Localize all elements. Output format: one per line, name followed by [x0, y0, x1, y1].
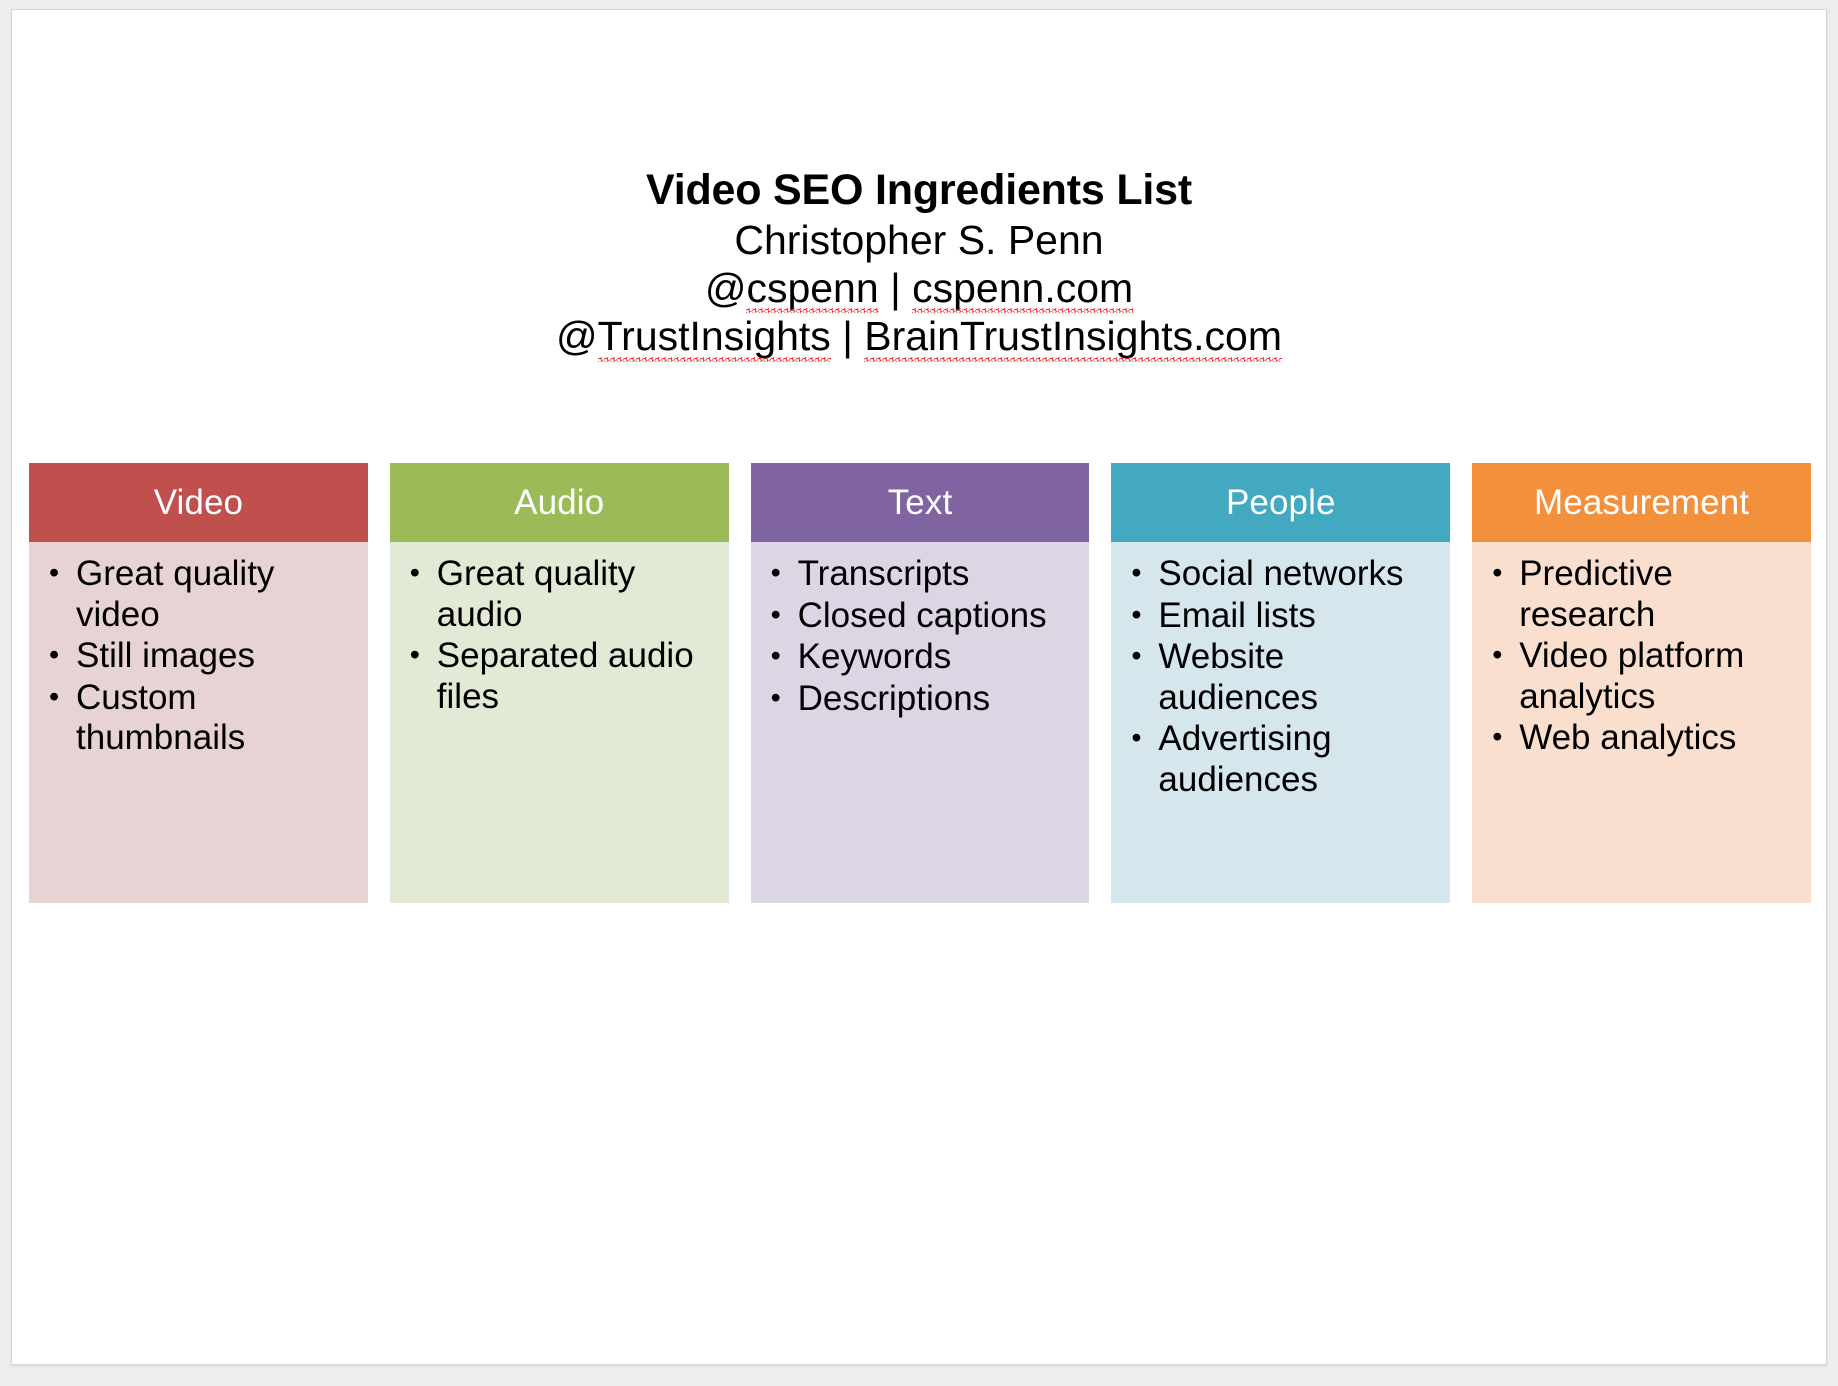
contact-line-1: @cspenn | cspenn.com	[12, 264, 1826, 314]
column-body: Great quality videoStill imagesCustom th…	[29, 542, 368, 903]
column-header: Text	[750, 463, 1090, 542]
list-item: Email lists	[1117, 596, 1444, 637]
list-item: Social networks	[1117, 554, 1444, 595]
list-item: Great quality audio	[396, 554, 723, 635]
ingredient-column: Video Great quality videoStill imagesCust…	[29, 463, 368, 903]
list-item: Keywords	[757, 637, 1084, 678]
list-item: Still images	[35, 636, 362, 677]
list-item: Video platform analytics	[1478, 636, 1805, 717]
column-body: Social networksEmail listsWebsite audien…	[1111, 542, 1451, 903]
list-item: Separated audio files	[396, 636, 723, 717]
list-item: Website audiences	[1117, 637, 1444, 718]
author-name: Christopher S. Penn	[734, 216, 1104, 263]
column-body: Great quality audioSeparated audio files	[389, 542, 729, 903]
column-body: TranscriptsClosed captionsKeywordsDescri…	[750, 542, 1090, 903]
list-item: Closed captions	[757, 596, 1084, 637]
bullet-list: Social networksEmail listsWebsite audien…	[1117, 554, 1444, 801]
bullet-list: Predictive researchVideo platform analyt…	[1478, 554, 1805, 759]
list-item: Great quality video	[35, 554, 362, 635]
column-header-label: People	[1225, 482, 1336, 522]
bullet-list: Great quality audioSeparated audio files	[396, 554, 723, 717]
title-block: Video SEO Ingredients List Christopher S…	[12, 165, 1826, 363]
list-item: Descriptions	[757, 679, 1084, 720]
column-header-label: Text	[887, 482, 953, 522]
column-header: Video	[29, 463, 368, 542]
slide-canvas: Video SEO Ingredients List Christopher S…	[11, 9, 1827, 1365]
list-item: Predictive research	[1478, 554, 1805, 635]
slide-background: Video SEO Ingredients List Christopher S…	[0, 0, 1838, 1386]
column-header: People	[1111, 463, 1451, 542]
twitter-handle-cspenn: @cspenn	[704, 265, 879, 314]
list-item: Custom thumbnails	[35, 678, 362, 759]
twitter-handle-cspenn-text: cspenn	[746, 265, 879, 314]
list-item: Web analytics	[1478, 718, 1805, 759]
column-header-label: Measurement	[1534, 482, 1750, 522]
column-header-label: Video	[153, 482, 244, 522]
ingredient-column: People Social networksEmail listsWebsite …	[1111, 463, 1451, 903]
list-item: Advertising audiences	[1117, 719, 1444, 800]
contact-separator-2: |	[830, 313, 865, 360]
website-braintrustinsights[interactable]: BrainTrustInsights.com	[864, 312, 1282, 363]
twitter-handle-trustinsights: @TrustInsights	[556, 313, 831, 363]
ingredient-column: Text TranscriptsClosed captionsKeywordsDe…	[750, 463, 1090, 903]
column-body: Predictive researchVideo platform analyt…	[1472, 542, 1811, 903]
contact-line-2: @TrustInsights | BrainTrustInsights.com	[12, 312, 1826, 363]
column-header-label: Audio	[514, 482, 605, 522]
bullet-list: Great quality videoStill imagesCustom th…	[35, 554, 362, 759]
ingredient-column: Measurement Predictive researchVideo plat…	[1472, 463, 1811, 903]
column-header: Audio	[389, 463, 729, 542]
column-header: Measurement	[1472, 463, 1811, 542]
list-item: Transcripts	[757, 554, 1084, 595]
page-title: Video SEO Ingredients List	[646, 166, 1192, 214]
contact-separator-1: |	[878, 265, 913, 312]
ingredient-column: Audio Great quality audioSeparated audio …	[389, 463, 729, 903]
twitter-handle-trustinsights-text: TrustInsights	[597, 313, 831, 363]
website-cspenn[interactable]: cspenn.com	[912, 264, 1134, 314]
ingredients-columns: Video Great quality videoStill imagesCust…	[29, 463, 1811, 903]
bullet-list: TranscriptsClosed captionsKeywordsDescri…	[757, 554, 1084, 719]
